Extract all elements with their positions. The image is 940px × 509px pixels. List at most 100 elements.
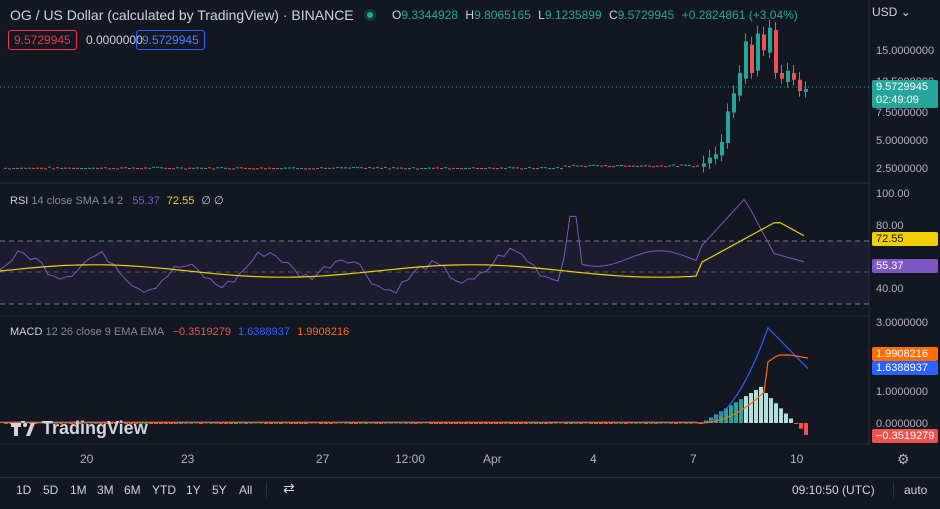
candle <box>380 167 383 169</box>
candle <box>584 166 587 168</box>
candle <box>640 165 643 167</box>
candle <box>552 168 555 170</box>
candle <box>408 168 411 170</box>
candle <box>184 168 187 170</box>
price-axis-label: 5.0000000 <box>876 135 928 147</box>
candle <box>668 165 671 167</box>
macd-bar <box>534 423 538 424</box>
time-axis-label: 4 <box>590 452 597 466</box>
tradingview-logo: TradingView <box>10 418 148 439</box>
timeframe-1m[interactable]: 1M <box>70 483 87 497</box>
macd-bar <box>674 423 678 424</box>
macd-bar <box>164 423 168 424</box>
candle <box>452 167 455 169</box>
timeframe-1d[interactable]: 1D <box>16 483 31 497</box>
timeframe-5y[interactable]: 5Y <box>212 483 227 497</box>
candle <box>708 157 712 164</box>
macd-bar <box>799 423 803 429</box>
candle <box>448 168 451 170</box>
candle <box>180 167 183 169</box>
candle <box>292 167 295 169</box>
settings-gear-icon[interactable]: ⚙ <box>897 451 910 468</box>
candle <box>316 167 319 169</box>
macd-bar <box>474 423 478 424</box>
candle <box>152 166 155 168</box>
candle <box>804 89 808 92</box>
candle <box>40 167 43 169</box>
candle <box>460 168 463 170</box>
macd-axis-label: 1.0000000 <box>876 386 928 398</box>
candle <box>376 167 379 169</box>
candle <box>528 167 531 169</box>
timeframe-ytd[interactable]: YTD <box>152 483 176 497</box>
candle <box>276 167 279 169</box>
macd-hist-tag: −0.3519279 <box>872 429 938 443</box>
macd-bar <box>549 422 553 424</box>
macd-bar <box>224 423 228 424</box>
candle <box>320 167 323 169</box>
candle <box>20 167 23 169</box>
candle <box>4 167 7 169</box>
candle <box>720 141 724 156</box>
price-axis-label: 7.5000000 <box>876 107 928 119</box>
candle <box>304 168 307 170</box>
macd-bar <box>199 423 203 424</box>
macd-bar <box>514 423 518 424</box>
candle <box>520 168 523 170</box>
candle <box>132 167 135 169</box>
candle <box>156 166 159 168</box>
candle <box>360 167 363 169</box>
utc-clock[interactable]: 09:10:50 (UTC) <box>792 483 875 497</box>
timeframe-1y[interactable]: 1Y <box>186 483 201 497</box>
macd-bar <box>564 423 568 424</box>
candle <box>756 33 760 71</box>
candle <box>648 165 651 167</box>
candle <box>92 167 95 169</box>
macd-bar <box>364 422 368 424</box>
candle <box>624 165 627 167</box>
candle <box>608 165 611 167</box>
candle <box>160 167 163 169</box>
candle <box>726 111 730 144</box>
macd-bar <box>229 423 233 424</box>
macd-bar <box>154 423 158 424</box>
candle <box>192 167 195 169</box>
timeframe-all[interactable]: All <box>239 483 252 497</box>
macd-bar <box>304 423 308 424</box>
candle <box>188 167 191 169</box>
candle <box>112 167 115 169</box>
signal-line <box>0 354 809 424</box>
timeframe-3m[interactable]: 3M <box>97 483 114 497</box>
macd-bar <box>499 423 503 424</box>
candle <box>108 168 111 170</box>
macd-bar <box>574 422 578 424</box>
macd-bar <box>484 423 488 424</box>
candle <box>340 167 343 169</box>
macd-bar <box>649 422 653 424</box>
macd-bar <box>469 423 473 424</box>
candle <box>500 167 503 169</box>
auto-scale-toggle[interactable]: auto <box>904 483 927 497</box>
candle <box>392 167 395 169</box>
chart-canvas[interactable] <box>0 0 870 445</box>
macd-bar <box>524 423 528 424</box>
candle <box>232 168 235 170</box>
candle <box>252 168 255 170</box>
candle <box>632 165 635 167</box>
candle <box>348 167 351 169</box>
macd-bar <box>444 423 448 424</box>
candles <box>4 19 808 173</box>
macd-bar <box>464 423 468 424</box>
date-range-icon[interactable]: ⇄ <box>283 480 295 497</box>
candle <box>176 167 179 169</box>
candle <box>484 168 487 170</box>
candle <box>464 168 467 170</box>
candle <box>664 166 667 168</box>
candle <box>540 167 543 169</box>
timeframe-6m[interactable]: 6M <box>124 483 141 497</box>
timeframe-5d[interactable]: 5D <box>43 483 58 497</box>
candle <box>628 165 631 167</box>
candle <box>798 79 802 92</box>
macd-bar <box>589 422 593 424</box>
currency-selector[interactable]: USD ⌄ <box>872 5 911 19</box>
